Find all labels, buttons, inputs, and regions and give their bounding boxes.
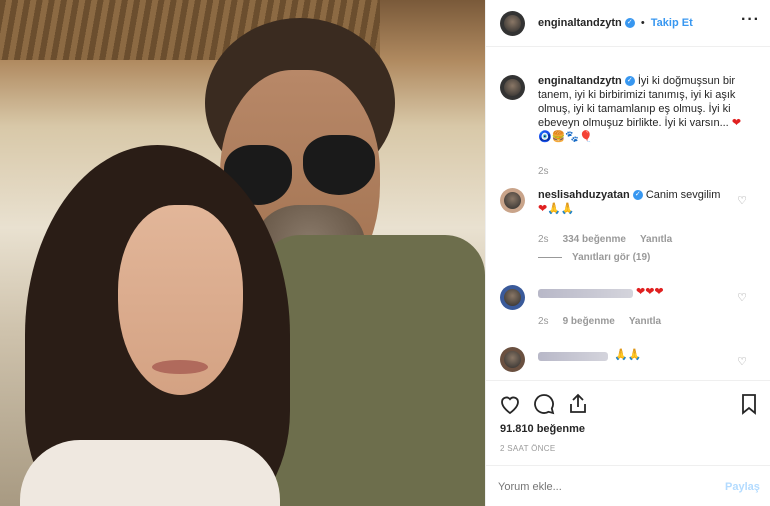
header-separator: •	[640, 17, 645, 29]
view-replies-button[interactable]: Yanıtları gör (19)	[538, 252, 650, 263]
caption-avatar[interactable]	[500, 75, 525, 100]
photo-woman-lips	[152, 360, 208, 374]
comment-username[interactable]: neslisahduzyatan	[538, 189, 630, 201]
post-timestamp: 2 SAAT ÖNCE	[500, 444, 556, 453]
comment-like-heart-icon[interactable]: ♡	[736, 195, 748, 207]
header-username[interactable]: enginaltandzytn	[538, 17, 622, 29]
comment-username-blurred	[538, 289, 633, 298]
caption-username[interactable]: enginaltandzytn	[538, 75, 622, 87]
comment-time-2[interactable]: 2s	[538, 316, 549, 327]
follow-button[interactable]: Takip Et	[651, 17, 693, 29]
comment-like-heart-icon-2[interactable]: ♡	[736, 292, 748, 304]
comment-avatar[interactable]	[500, 188, 525, 213]
photo-sunglasses-right	[303, 135, 375, 195]
comment-meta: 2s 334 beğenme Yanıtla	[538, 234, 672, 245]
comment-likes[interactable]: 334 beğenme	[563, 234, 626, 245]
comment-verified-badge-icon: ✓	[632, 190, 643, 201]
comment-reply-button-2[interactable]: Yanıtla	[629, 316, 661, 327]
author-avatar[interactable]	[500, 11, 525, 36]
comment-username-blurred-3	[538, 352, 608, 361]
comment-input[interactable]	[498, 478, 698, 496]
photo-man-shirt	[260, 235, 485, 506]
comment-time[interactable]: 2s	[538, 234, 549, 245]
post-photo[interactable]	[0, 0, 485, 506]
comment-emojis: ❤🙏🙏	[538, 203, 575, 215]
comment-avatar-2[interactable]	[500, 285, 525, 310]
post-sidebar: enginaltandzytn ✓ • Takip Et ··· enginal…	[485, 0, 770, 506]
caption-text: enginaltandzytn ✓ İyi ki doğmuşsun bir t…	[538, 74, 753, 144]
comment-emojis-2: ❤❤❤	[636, 286, 664, 298]
comment-composer: Paylaş	[486, 465, 770, 506]
comment-likes-2[interactable]: 9 beğenme	[563, 316, 615, 327]
comment-body: Canim sevgilim	[645, 189, 721, 201]
header-user-line: enginaltandzytn ✓ • Takip Et	[538, 17, 693, 29]
comment-reply-button[interactable]: Yanıtla	[640, 234, 672, 245]
caption-time[interactable]: 2s	[538, 166, 549, 177]
view-replies-label: Yanıtları gör (19)	[572, 252, 651, 263]
share-upload-icon[interactable]	[566, 392, 590, 416]
caption-verified-badge-icon: ✓	[624, 76, 635, 87]
likes-count[interactable]: 91.810 beğenme	[500, 423, 585, 435]
ellipsis-horizontal-icon[interactable]: ···	[741, 12, 761, 31]
comment-meta-2: 2s 9 beğenme Yanıtla	[538, 316, 661, 327]
comment-avatar-3[interactable]	[500, 347, 525, 372]
photo-woman-top	[20, 440, 280, 506]
comment-text: neslisahduzyatan ✓ Canim sevgilim ❤🙏🙏	[538, 188, 723, 216]
verified-badge-icon: ✓	[624, 18, 635, 29]
post-header: enginaltandzytn ✓ • Takip Et ···	[486, 0, 770, 47]
comment-bubble-icon[interactable]	[532, 392, 556, 416]
heart-outline-icon[interactable]	[498, 392, 522, 416]
post-comment-button[interactable]: Paylaş	[725, 481, 760, 493]
bookmark-icon[interactable]	[737, 392, 761, 416]
comment-like-heart-icon-3[interactable]: ♡	[736, 356, 748, 368]
comment-emojis-3: 🙏🙏	[614, 349, 642, 361]
